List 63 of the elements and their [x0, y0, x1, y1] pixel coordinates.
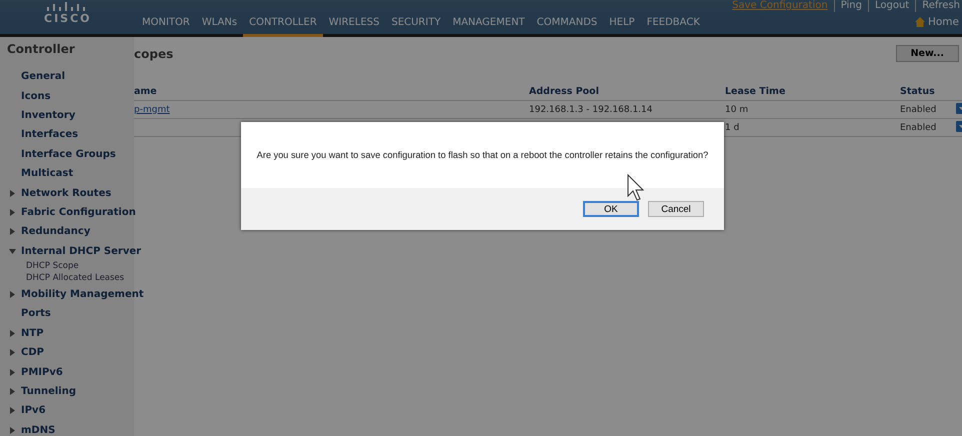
table-cell: 1 d	[725, 122, 740, 132]
nav-tab[interactable]: HELP	[603, 16, 641, 34]
sidebar-item[interactable]: Interfaces	[21, 129, 78, 140]
sidebar-item[interactable]: Ports	[21, 308, 51, 320]
header-link[interactable]: Logout	[868, 0, 910, 12]
mouse-pointer-icon	[627, 174, 645, 202]
sidebar-item[interactable]: mDNS	[21, 424, 56, 436]
nav-tab[interactable]: COMMANDS	[530, 16, 604, 34]
sidebar-subitem[interactable]: DHCP Allocated Leases	[0, 272, 134, 285]
header-link[interactable]: Ping	[834, 0, 862, 12]
nav-tab[interactable]: CONTROLLER	[243, 16, 323, 37]
home-icon	[914, 17, 925, 27]
sidebar-item[interactable]: Fabric Configuration	[21, 206, 136, 218]
nav-tab[interactable]: WIRELESS	[322, 16, 386, 34]
home-link[interactable]: Home	[928, 16, 959, 28]
nav-tab[interactable]: WLANs	[196, 16, 244, 34]
nav-tab[interactable]: FEEDBACK	[640, 16, 706, 34]
sidebar-item[interactable]: PMIPv6	[21, 366, 63, 378]
sidebar-item[interactable]: NTP	[21, 328, 44, 339]
collapsed-triangle-icon[interactable]	[9, 349, 16, 356]
scope-name-link[interactable]: p-mgmt	[134, 104, 170, 114]
table-cell: 192.168.1.3 - 192.168.1.14	[529, 104, 652, 114]
sidebar-item[interactable]: Network Routes	[21, 188, 112, 199]
nav-tab[interactable]: MANAGEMENT	[446, 16, 531, 34]
dialog-button[interactable]: OK	[583, 201, 639, 217]
collapsed-triangle-icon[interactable]	[9, 228, 16, 236]
collapsed-triangle-icon[interactable]	[9, 388, 16, 396]
dialog-message: Are you sure you want to save configuration to flash so that on a reboot the controller retains the configuration?	[256, 150, 708, 160]
page-title: copes	[134, 46, 174, 60]
header-link[interactable]: Refresh	[915, 0, 960, 12]
column-header: ame	[134, 86, 158, 97]
sidebar-item[interactable]: Multicast	[21, 168, 74, 180]
column-header: Status	[900, 86, 936, 97]
collapsed-triangle-icon[interactable]	[9, 368, 16, 376]
sidebar-item[interactable]: IPv6	[21, 405, 46, 416]
sidebar-item[interactable]: Mobility Management	[21, 289, 144, 300]
dialog-button[interactable]: Cancel	[648, 201, 704, 217]
sidebar-item[interactable]: General	[21, 71, 65, 82]
sidebar-item[interactable]: Tunneling	[21, 386, 76, 398]
sidebar-item[interactable]: Icons	[21, 90, 51, 102]
column-header: Address Pool	[529, 86, 600, 97]
sidebar-item[interactable]: CDP	[21, 347, 44, 358]
sidebar-item[interactable]: Inventory	[21, 110, 76, 121]
collapsed-triangle-icon[interactable]	[9, 426, 16, 434]
new-button[interactable]: New...	[896, 45, 959, 62]
sidebar-item[interactable]: Internal DHCP Server	[21, 246, 142, 257]
sidebar-subitem[interactable]: DHCP Scope	[0, 260, 134, 273]
collapsed-triangle-icon[interactable]	[9, 291, 16, 298]
sidebar-item[interactable]: Interface Groups	[21, 148, 116, 160]
collapsed-triangle-icon[interactable]	[9, 407, 16, 414]
sidebar-title: Controller	[6, 42, 76, 58]
table-cell: Enabled	[900, 104, 936, 114]
collapsed-triangle-icon[interactable]	[9, 330, 16, 337]
column-header: Lease Time	[725, 86, 786, 97]
nav-tab[interactable]: SECURITY	[385, 16, 447, 34]
logo-text: CISCO	[44, 12, 92, 25]
expanded-triangle-icon[interactable]	[9, 248, 16, 255]
sidebar-item[interactable]: Redundancy	[21, 226, 90, 238]
table-cell: Enabled	[900, 122, 936, 132]
collapsed-triangle-icon[interactable]	[9, 190, 16, 197]
collapsed-triangle-icon[interactable]	[9, 208, 16, 216]
nav-tab[interactable]: MONITOR	[136, 16, 196, 34]
table-cell: 10 m	[725, 104, 748, 114]
